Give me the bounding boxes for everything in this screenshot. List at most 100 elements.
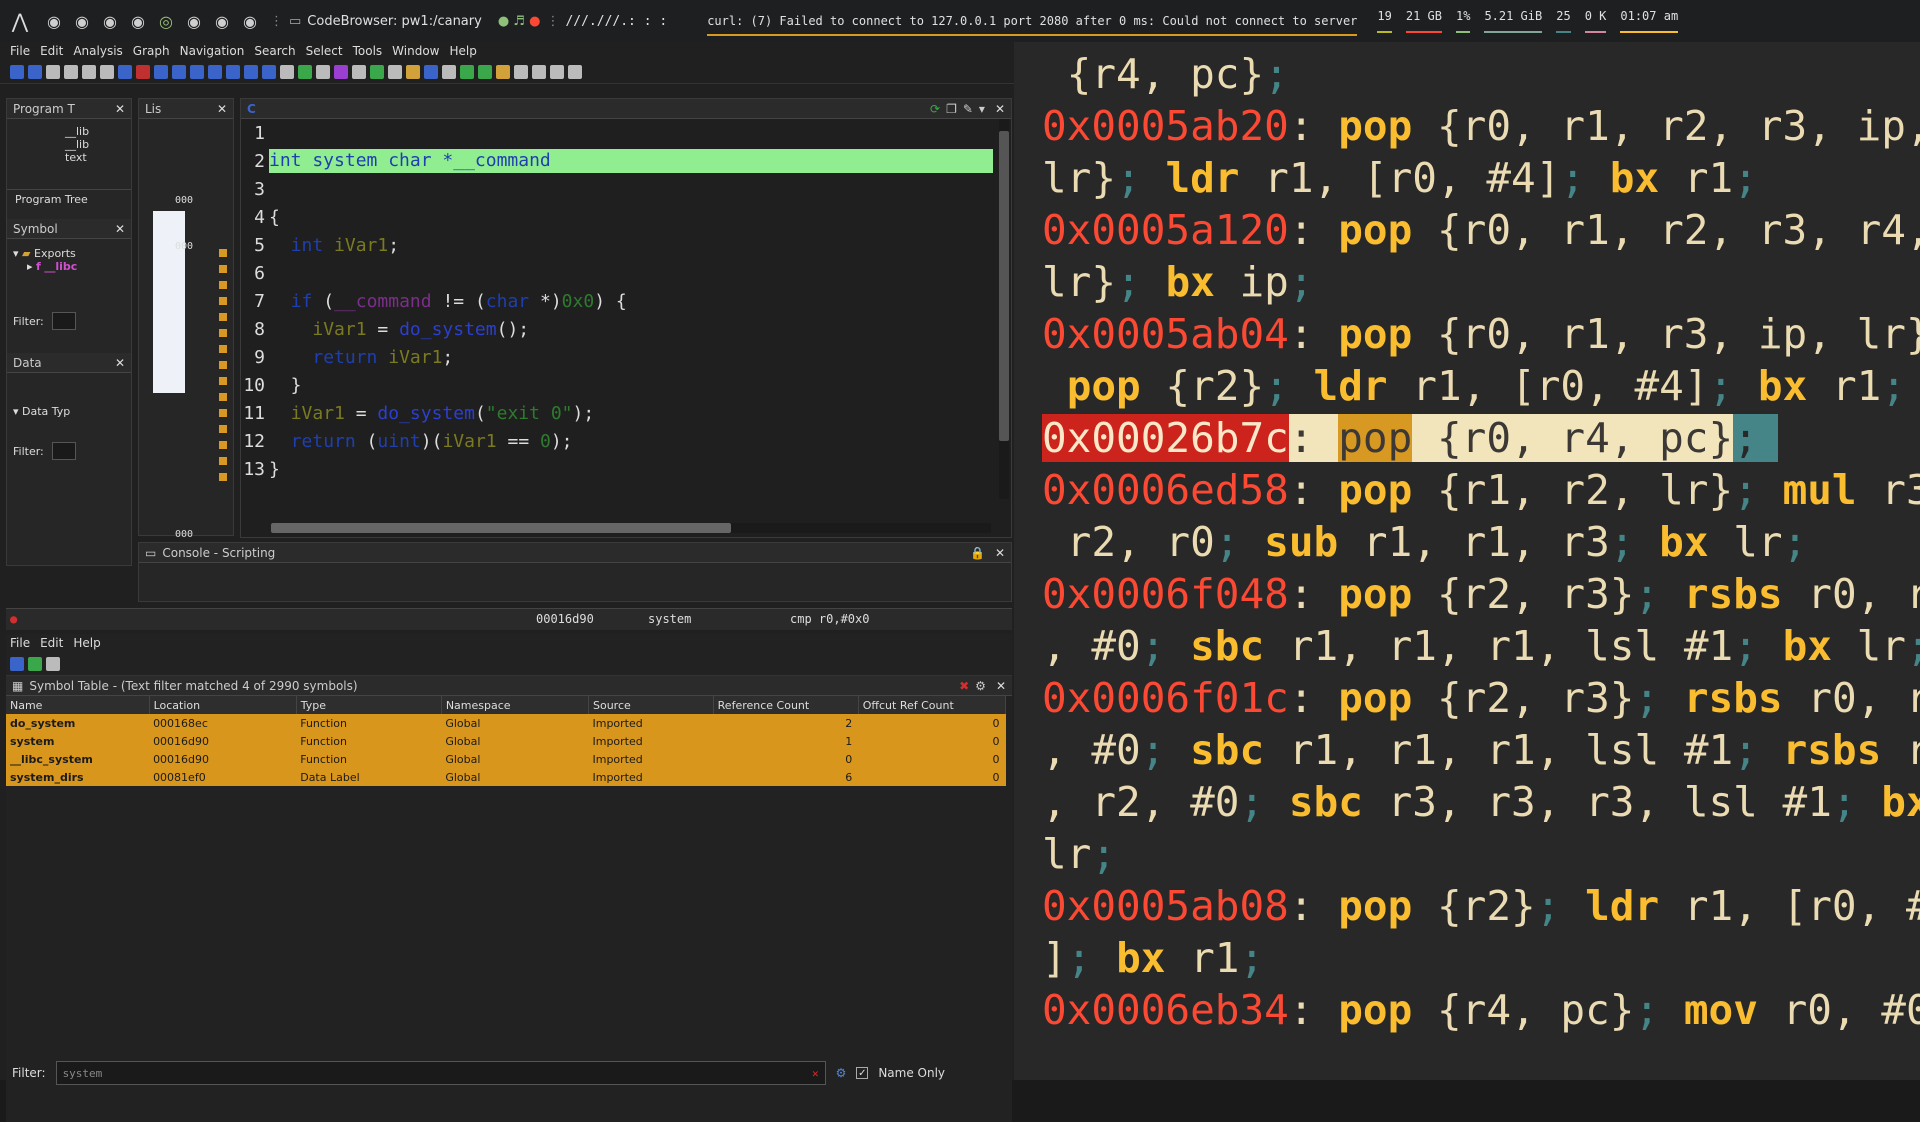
folder-icon[interactable] (406, 64, 420, 79)
program-tree-tab[interactable]: Program Tree (7, 189, 131, 209)
workspace-button[interactable]: ◉ (236, 12, 264, 31)
exports-node[interactable]: ▾ ▰ Exports (13, 247, 125, 260)
data-icon[interactable] (172, 64, 186, 79)
table-row[interactable]: __libc_system 00016d90 Function Global Impor… (6, 750, 1006, 768)
workspace-button[interactable]: ◉ (124, 12, 152, 31)
code-line[interactable]: 8 iVar1 = do_system(); (241, 315, 1011, 343)
libc-node[interactable]: ▸ f __libc (13, 260, 125, 273)
column-header-location[interactable]: Location (149, 696, 297, 714)
nav-icon[interactable] (100, 64, 114, 79)
code-line[interactable]: 11 iVar1 = do_system("exit 0"); (241, 399, 1011, 427)
code-line[interactable]: 10 } (241, 371, 1011, 399)
column-header-name[interactable]: Name (6, 696, 150, 714)
redo-icon[interactable] (316, 64, 330, 79)
diamond-icon[interactable] (496, 64, 510, 79)
code-line[interactable]: 2 int system char *__command (241, 147, 1011, 175)
column-header-type[interactable]: Type (296, 696, 442, 714)
nav-icon[interactable] (64, 64, 78, 79)
close-icon[interactable]: ✕ (996, 679, 1006, 693)
refresh-icon[interactable] (370, 64, 384, 79)
down-arrow-icon[interactable] (118, 64, 132, 79)
copy-icon[interactable]: ❐ (946, 102, 957, 116)
close-icon[interactable]: ✕ (115, 222, 125, 236)
code-line[interactable]: 6 (241, 259, 1011, 287)
horizontal-scrollbar[interactable] (271, 523, 991, 533)
delete-icon[interactable]: ✖ (959, 679, 969, 693)
script-icon[interactable] (424, 64, 438, 79)
save-icon[interactable] (10, 64, 24, 79)
menu-icon[interactable]: ▾ (979, 102, 985, 116)
value-icon[interactable] (244, 64, 258, 79)
menu-navigation[interactable]: Navigation (180, 44, 245, 58)
menu-search[interactable]: Search (254, 44, 295, 58)
code-line[interactable]: 1 (241, 119, 1011, 147)
menu-analysis[interactable]: Analysis (73, 44, 122, 58)
code-line[interactable]: 9 return iVar1; (241, 343, 1011, 371)
workspace-button[interactable]: ◉ (40, 12, 68, 31)
close-icon[interactable]: ✕ (217, 102, 227, 116)
save-icon[interactable] (10, 656, 24, 671)
console-icon[interactable] (478, 64, 492, 79)
tree-item[interactable]: __lib (37, 125, 131, 138)
column-header-reference-count[interactable]: Reference Count (713, 696, 859, 714)
code-line[interactable]: 5 int iVar1; (241, 231, 1011, 259)
filter-input[interactable] (51, 312, 76, 330)
close-icon[interactable]: ✕ (995, 546, 1005, 560)
menu-file[interactable]: File (10, 636, 30, 650)
tree-item[interactable]: text (37, 151, 131, 164)
workspace-button[interactable]: ◉ (180, 12, 208, 31)
column-header-namespace[interactable]: Namespace (441, 696, 589, 714)
vertical-scrollbar[interactable] (999, 119, 1009, 499)
tree-icon[interactable] (442, 64, 456, 79)
close-icon[interactable]: ✕ (115, 356, 125, 370)
memory-icon[interactable] (388, 64, 402, 79)
name-only-checkbox[interactable]: ✓ (856, 1067, 869, 1079)
label-icon[interactable] (208, 64, 222, 79)
check-icon[interactable] (334, 64, 348, 79)
gear-icon[interactable] (568, 64, 582, 79)
run-icon[interactable] (460, 64, 474, 79)
data-types-node[interactable]: ▾ Data Typ (13, 405, 125, 418)
redo-icon[interactable] (46, 656, 60, 671)
column-header-offcut-ref-count[interactable]: Offcut Ref Count (858, 696, 1007, 714)
filter-options-icon[interactable]: ⚙ (836, 1066, 847, 1080)
filter-input[interactable] (51, 442, 76, 460)
window-icon[interactable] (514, 64, 528, 79)
menu-window[interactable]: Window (392, 44, 439, 58)
tray-icons[interactable]: ● ♬ ● (498, 14, 541, 29)
code-line[interactable]: 4{ (241, 203, 1011, 231)
menu-select[interactable]: Select (306, 44, 343, 58)
undo-icon[interactable] (28, 656, 42, 671)
menu-help[interactable]: Help (450, 44, 477, 58)
code-line[interactable]: 7 if (__command != (char *)0x0) { (241, 287, 1011, 315)
settings-icon[interactable]: ⚙ (975, 679, 986, 693)
code-line[interactable]: 3 (241, 175, 1011, 203)
table-row[interactable]: system_dirs 00081ef0 Data Label Global Impor… (6, 768, 1006, 786)
refresh-icon[interactable]: ⟳ (930, 102, 940, 116)
lock-icon[interactable]: 🔒 (970, 546, 985, 560)
code-line[interactable]: 13} (241, 455, 1011, 483)
menu-edit[interactable]: Edit (40, 636, 63, 650)
symbol-filter-input[interactable]: system ✕ (55, 1061, 826, 1085)
filter-icon[interactable] (280, 64, 294, 79)
undo-icon[interactable] (298, 64, 312, 79)
column-header-source[interactable]: Source (588, 696, 714, 714)
bookmark-icon[interactable] (262, 64, 276, 79)
close-icon[interactable]: ✕ (115, 102, 125, 116)
back-arrow-icon[interactable] (28, 64, 42, 79)
workspace-button[interactable]: ◎ (152, 12, 180, 31)
function-icon[interactable] (226, 64, 240, 79)
menu-tools[interactable]: Tools (353, 44, 383, 58)
menu-edit[interactable]: Edit (40, 44, 63, 58)
stop-icon[interactable] (136, 64, 150, 79)
forward-arrow-icon[interactable] (46, 64, 60, 79)
decompiled-code[interactable]: 1 2 int system char *__command 3 4{5 int iV… (241, 119, 1011, 483)
workspace-button[interactable]: ◉ (68, 12, 96, 31)
nav-icon[interactable] (82, 64, 96, 79)
table-row[interactable]: do_system 000168ec Function Global Imported 2… (6, 714, 1006, 732)
table-row[interactable]: system 00016d90 Function Global Imported 1 0 (6, 732, 1006, 750)
workspace-button[interactable]: ◉ (208, 12, 236, 31)
close-icon[interactable]: ✕ (995, 102, 1005, 116)
tree-item[interactable]: __lib (37, 138, 131, 151)
window-icon[interactable] (550, 64, 564, 79)
